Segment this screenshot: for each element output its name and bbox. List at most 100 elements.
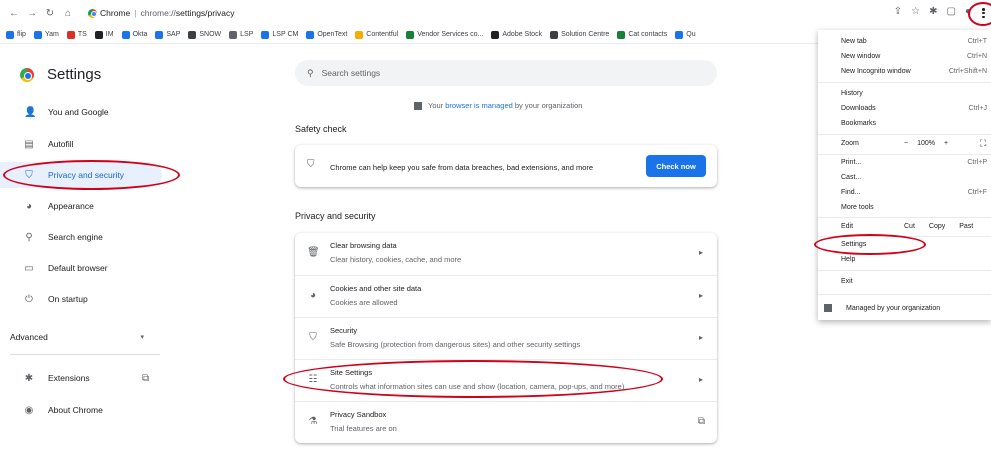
check-now-button[interactable]: Check now bbox=[646, 155, 706, 177]
nav-label: You and Google bbox=[48, 107, 109, 117]
bookmark-item[interactable]: Yam bbox=[33, 30, 59, 39]
bookmark-label: SAP bbox=[166, 31, 181, 38]
nav-you-and-google[interactable]: 👤 You and Google bbox=[0, 99, 162, 125]
forward-icon[interactable]: → bbox=[26, 7, 38, 19]
bookmark-item[interactable]: TS bbox=[66, 30, 87, 39]
settings-sidebar: Settings 👤 You and Google ▤ Autofill ⛉ Priv… bbox=[0, 44, 170, 449]
search-input[interactable]: ⚲ Search settings bbox=[295, 60, 717, 86]
menu-history[interactable]: History bbox=[841, 90, 991, 97]
bookmark-favicon-icon bbox=[33, 30, 42, 39]
menu-print[interactable]: Print... Ctrl+P bbox=[841, 159, 991, 166]
bookmark-item[interactable]: LSP bbox=[229, 30, 254, 39]
bookmark-item[interactable]: LSP CM bbox=[261, 30, 299, 39]
menu-label: Help bbox=[841, 256, 856, 263]
menu-label: New tab bbox=[841, 38, 867, 45]
reload-icon[interactable]: ↻ bbox=[44, 7, 56, 19]
bookmark-item[interactable]: Okta bbox=[121, 30, 147, 39]
bookmark-item[interactable]: flip bbox=[6, 30, 26, 39]
share-icon[interactable]: ⇪ bbox=[894, 6, 902, 17]
nav-autofill[interactable]: ▤ Autofill bbox=[0, 131, 162, 157]
menu-help[interactable]: Help bbox=[841, 256, 991, 263]
copy-button[interactable]: Copy bbox=[929, 223, 945, 230]
bookmark-label: SNOW bbox=[199, 31, 222, 38]
extensions-icon[interactable]: ✱ bbox=[929, 6, 937, 17]
managed-link[interactable]: browser is managed bbox=[445, 101, 513, 110]
browser-icon: ▭ bbox=[24, 262, 34, 274]
star-icon[interactable]: ☆ bbox=[911, 6, 920, 17]
url-host: chrome:// bbox=[140, 8, 176, 18]
power-icon: ⏻ bbox=[25, 293, 33, 305]
menu-shortcut: Ctrl+N bbox=[966, 53, 987, 60]
bookmark-item[interactable]: Solution Centre bbox=[550, 30, 609, 39]
menu-exit[interactable]: Exit bbox=[841, 278, 991, 285]
bookmark-favicon-icon bbox=[306, 30, 315, 39]
chevron-right-icon: ▸ bbox=[698, 291, 703, 300]
bookmark-item[interactable]: Adobe Stock bbox=[491, 30, 542, 39]
menu-label: Print... bbox=[841, 159, 862, 166]
nav-label: Advanced bbox=[10, 332, 48, 342]
zoom-out-button[interactable]: − bbox=[904, 140, 908, 147]
bookmark-item[interactable]: SAP bbox=[155, 30, 181, 39]
menu-bookmarks[interactable]: Bookmarks bbox=[841, 120, 991, 127]
bookmark-label: LSP bbox=[240, 31, 254, 38]
person-icon: 👤 bbox=[24, 106, 37, 118]
row-cookies[interactable]: ◕ Cookies and other site data Cookies ar… bbox=[295, 275, 717, 317]
nav-divider bbox=[10, 354, 160, 355]
menu-label: New Incognito window bbox=[841, 68, 911, 75]
menu-label: New window bbox=[841, 53, 881, 60]
nav-default-browser[interactable]: ▭ Default browser bbox=[0, 255, 162, 281]
bookmark-item[interactable]: IM bbox=[94, 30, 114, 39]
sidepanel-icon[interactable]: ▢ bbox=[947, 6, 956, 17]
bookmark-item[interactable]: OpenText bbox=[306, 30, 347, 39]
chrome-logo-icon bbox=[20, 67, 34, 82]
address-bar[interactable]: Chrome | chrome://settings/privacy bbox=[88, 8, 234, 18]
menu-divider bbox=[818, 236, 991, 237]
nav-advanced[interactable]: Advanced ▾ bbox=[0, 324, 162, 350]
bookmark-label: TS bbox=[77, 31, 87, 38]
row-security[interactable]: ⛉ Security Safe Browsing (protection fro… bbox=[295, 317, 717, 359]
nav-appearance[interactable]: ◕ Appearance bbox=[0, 193, 162, 219]
nav-about-chrome[interactable]: ◉ About Chrome bbox=[0, 397, 162, 423]
home-icon[interactable]: ⌂ bbox=[62, 7, 74, 19]
building-icon bbox=[824, 304, 832, 312]
nav-label: Search engine bbox=[48, 232, 103, 242]
bookmark-label: LSP CM bbox=[272, 31, 299, 38]
managed-prefix: Your bbox=[428, 101, 444, 110]
menu-managed[interactable]: Managed by your organization bbox=[824, 304, 940, 312]
row-privacy-sandbox[interactable]: ⚗ Privacy Sandbox Trial features are on … bbox=[295, 401, 717, 443]
bookmark-item[interactable]: Cat contacts bbox=[617, 30, 667, 39]
menu-incognito[interactable]: New Incognito window Ctrl+Shift+N bbox=[841, 68, 991, 75]
menu-new-tab[interactable]: New tab Ctrl+T bbox=[841, 38, 991, 45]
menu-new-window[interactable]: New window Ctrl+N bbox=[841, 53, 991, 60]
row-site-settings[interactable]: ☷ Site Settings Controls what informatio… bbox=[295, 359, 717, 401]
menu-label: Zoom bbox=[841, 140, 859, 147]
flask-icon: ⚗ bbox=[308, 416, 318, 427]
back-icon[interactable]: ← bbox=[8, 7, 20, 19]
menu-divider bbox=[818, 270, 991, 271]
bookmark-item[interactable]: SNOW bbox=[188, 30, 222, 39]
managed-notice: Your browser is managed by your organiza… bbox=[414, 101, 582, 110]
paste-button[interactable]: Past bbox=[959, 223, 973, 230]
zoom-in-button[interactable]: + bbox=[944, 140, 948, 147]
menu-more-tools[interactable]: More tools bbox=[841, 204, 991, 211]
nav-privacy-and-security[interactable]: ⛉ Privacy and security bbox=[0, 162, 162, 188]
menu-settings[interactable]: Settings bbox=[841, 241, 991, 248]
bookmark-favicon-icon bbox=[6, 30, 14, 39]
privacy-card: 🗑 Clear browsing data Clear history, coo… bbox=[295, 233, 717, 443]
cut-button[interactable]: Cut bbox=[904, 223, 915, 230]
bookmark-item[interactable]: Vendor Services co... bbox=[406, 30, 483, 39]
chevron-right-icon: ▸ bbox=[698, 375, 703, 384]
trash-icon: 🗑 bbox=[307, 247, 320, 258]
bookmark-item[interactable]: Contentful bbox=[355, 30, 398, 39]
bookmark-item[interactable]: Qu bbox=[675, 30, 696, 39]
bookmark-favicon-icon bbox=[188, 30, 197, 39]
menu-downloads[interactable]: Downloads Ctrl+J bbox=[841, 105, 991, 112]
bookmark-label: flip bbox=[17, 31, 26, 38]
menu-cast[interactable]: Cast... bbox=[841, 174, 991, 181]
nav-extensions[interactable]: ✱ Extensions ⧉ bbox=[0, 365, 162, 391]
menu-find[interactable]: Find... Ctrl+F bbox=[841, 189, 991, 196]
nav-search-engine[interactable]: ⚲ Search engine bbox=[0, 224, 162, 250]
fullscreen-icon[interactable]: ⛶ bbox=[980, 138, 986, 149]
row-clear-browsing-data[interactable]: 🗑 Clear browsing data Clear history, coo… bbox=[295, 233, 717, 275]
nav-on-startup[interactable]: ⏻ On startup bbox=[0, 286, 162, 312]
